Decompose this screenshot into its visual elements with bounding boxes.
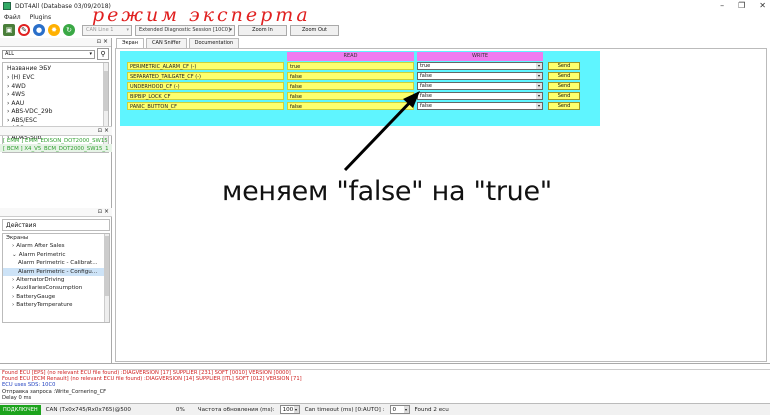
timeout-label: Can timeout (ms) [0:AUTO] : <box>304 406 385 413</box>
log-header <box>0 364 770 370</box>
progress-percent: 0% <box>175 406 185 413</box>
spin-icon[interactable]: ▾ <box>403 406 409 413</box>
arrow-shaft <box>343 95 417 172</box>
timeout-value: 0 <box>392 407 397 413</box>
refresh-label: Частота обновления (ms): <box>197 406 275 413</box>
connection-status: ПОДКЛЮЧЕН <box>0 404 41 415</box>
refresh-input[interactable]: 100 ▾ <box>279 405 300 414</box>
log-panel: Found ECU [EPS] (no relevant ECU file fo… <box>0 363 770 403</box>
refresh-value: 100 <box>282 407 294 413</box>
spin-icon[interactable]: ▾ <box>293 406 299 413</box>
annotation-arrow <box>343 91 420 172</box>
log-line: Delay 0 ms <box>2 394 32 401</box>
found-ecu-count: Found 2 ecu <box>414 406 449 413</box>
can-info: CAN (Tx0x745/Rx0x765)@500 <box>45 406 131 413</box>
status-bar: ПОДКЛЮЧЕН CAN (Tx0x745/Rx0x765)@500 0% Ч… <box>0 403 770 415</box>
timeout-input[interactable]: 0 ▾ <box>389 405 410 414</box>
